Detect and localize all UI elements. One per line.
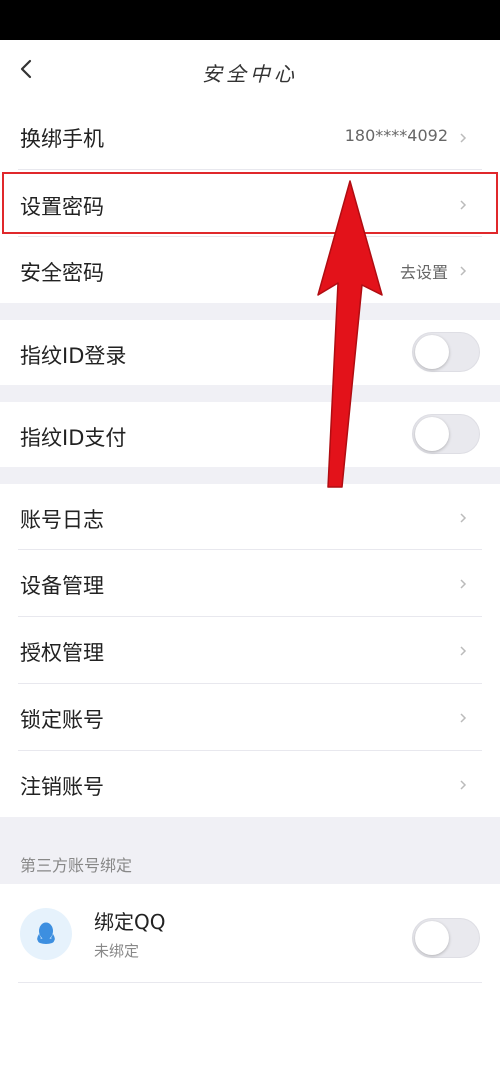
phone-number-value: 180****4092 — [344, 126, 448, 145]
chevron-right-icon — [458, 263, 468, 277]
row-lock-account[interactable]: 锁定账号 — [0, 684, 500, 751]
page-title: 安全中心 — [202, 62, 298, 86]
qq-bind-title: 绑定QQ — [94, 910, 166, 934]
qq-bind-status: 未绑定 — [94, 942, 140, 960]
row-label: 指纹ID支付 — [20, 426, 127, 450]
status-bar — [0, 0, 500, 40]
row-label: 安全密码 — [20, 261, 104, 285]
row-label: 账号日志 — [20, 508, 104, 532]
row-cancel-account[interactable]: 注销账号 — [0, 751, 500, 817]
chevron-right-icon — [458, 510, 468, 524]
row-change-phone[interactable]: 换绑手机 180****4092 — [0, 102, 500, 170]
chevron-right-icon — [458, 710, 468, 724]
section-title: 第三方账号绑定 — [20, 856, 133, 875]
row-device-management[interactable]: 设备管理 — [0, 550, 500, 617]
row-authorization-management[interactable]: 授权管理 — [0, 617, 500, 684]
chevron-right-icon — [458, 777, 468, 791]
fingerprint-pay-toggle[interactable] — [412, 414, 480, 454]
section-gap — [0, 467, 500, 484]
toggle-knob — [415, 335, 449, 369]
chevron-right-icon — [458, 130, 468, 144]
toggle-knob — [415, 921, 449, 955]
row-label: 设备管理 — [20, 574, 104, 598]
qq-icon — [20, 908, 72, 960]
security-password-status: 去设置 — [399, 263, 448, 282]
row-fingerprint-login: 指纹ID登录 — [0, 320, 500, 385]
fingerprint-login-toggle[interactable] — [412, 332, 480, 372]
section-gap — [0, 385, 500, 402]
toggle-knob — [415, 417, 449, 451]
header: 安全中心 — [0, 40, 500, 102]
row-security-password[interactable]: 安全密码 去设置 — [0, 237, 500, 303]
chevron-right-icon — [458, 576, 468, 590]
row-label: 授权管理 — [20, 641, 104, 665]
row-label: 注销账号 — [20, 775, 104, 799]
section-gap — [0, 303, 500, 320]
row-label: 锁定账号 — [20, 708, 104, 732]
qq-bind-toggle[interactable] — [412, 918, 480, 958]
highlight-annotation-box — [2, 172, 498, 234]
chevron-right-icon — [458, 643, 468, 657]
row-account-log[interactable]: 账号日志 — [0, 484, 500, 550]
row-label: 指纹ID登录 — [20, 344, 127, 368]
row-fingerprint-pay: 指纹ID支付 — [0, 402, 500, 467]
row-label: 换绑手机 — [20, 127, 104, 151]
divider — [18, 982, 482, 983]
